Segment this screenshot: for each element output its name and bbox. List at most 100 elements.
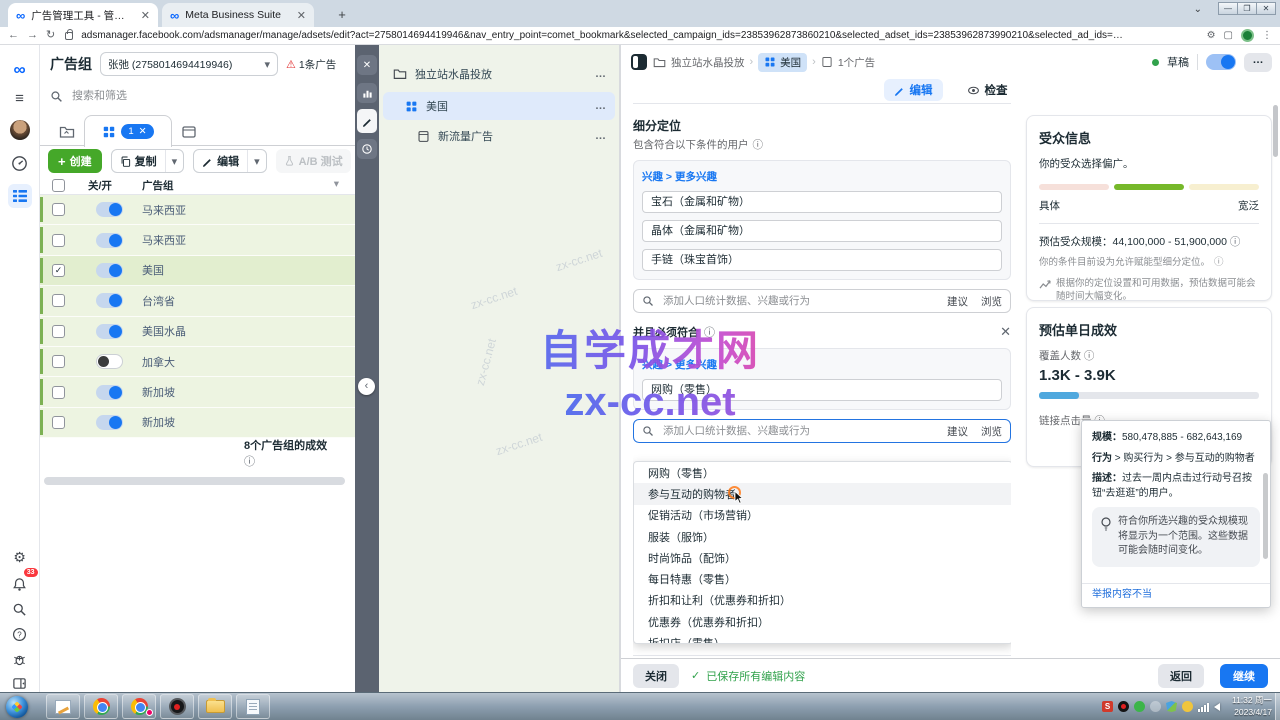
suggestion-item[interactable]: 服装（服饰） <box>634 526 1011 547</box>
tray-hidden-icon[interactable] <box>1150 701 1161 712</box>
search-filter-bar[interactable] <box>50 85 349 107</box>
adgroup-row[interactable]: 马来西亚 <box>40 195 355 225</box>
chrome-avatar[interactable] <box>1241 29 1254 42</box>
tab-close-icon[interactable]: ✕ <box>297 9 306 22</box>
suggestion-item[interactable]: 折扣店（零售） <box>634 632 1011 644</box>
row-checkbox[interactable] <box>52 294 65 307</box>
select-all-checkbox[interactable] <box>52 179 65 192</box>
adgroup-toggle[interactable] <box>96 293 123 308</box>
more-options-button[interactable]: … <box>1244 53 1272 72</box>
tree-item-menu[interactable]: … <box>595 68 607 80</box>
suggestion-item[interactable]: 每日特惠（零售） <box>634 568 1011 589</box>
toggle-sidebar-icon[interactable] <box>631 54 647 70</box>
taskbar-chrome-1[interactable] <box>84 694 118 719</box>
side-panel-icon[interactable]: ▢ <box>1224 30 1233 41</box>
tray-shield-icon[interactable] <box>1166 701 1177 712</box>
adgroup-row[interactable]: 美国水晶 <box>40 317 355 347</box>
adgroup-row[interactable]: 新加坡 <box>40 377 355 407</box>
adgroup-name[interactable]: 新加坡 <box>142 414 175 430</box>
minimize-button[interactable]: — <box>1218 2 1238 15</box>
report-link[interactable]: 举报内容不当 <box>1082 583 1270 607</box>
collapse-arrow-icon[interactable]: ‹ <box>358 378 375 395</box>
charts-icon[interactable] <box>357 83 377 103</box>
breadcrumb-campaign[interactable]: 独立站水晶投放 <box>671 55 745 70</box>
row-checkbox[interactable] <box>52 386 65 399</box>
taskbar-clock[interactable]: 11:32 周一 2023/4/17 <box>1232 695 1272 719</box>
taskbar-notepad[interactable] <box>236 694 270 719</box>
close-button[interactable]: 关闭 <box>633 664 679 688</box>
filter-caret-icon[interactable]: ▾ <box>334 178 339 190</box>
notifications-bell-icon[interactable]: 33 <box>8 572 32 596</box>
volume-icon[interactable] <box>1214 703 1220 711</box>
taskbar-recorder[interactable] <box>160 694 194 719</box>
create-button[interactable]: + 创建 <box>48 149 102 173</box>
adgroup-toggle[interactable] <box>96 233 123 248</box>
hamburger-menu-icon[interactable]: ≡ <box>8 86 32 110</box>
tray-recorder-icon[interactable] <box>1118 701 1129 712</box>
tray-s-icon[interactable]: S <box>1102 701 1113 712</box>
continue-button[interactable]: 继续 <box>1220 664 1268 688</box>
adgroup-name[interactable]: 加拿大 <box>142 354 175 370</box>
edit-caret[interactable]: ▾ <box>247 150 266 172</box>
ads-manager-icon[interactable] <box>8 184 32 208</box>
suggestion-item[interactable]: 时尚饰品（配饰） <box>634 547 1011 568</box>
history-clock-icon[interactable] <box>357 139 377 159</box>
targeting-search[interactable]: 建议 浏览 <box>633 289 1011 313</box>
interest-path-links[interactable]: 兴趣 > 更多兴趣 <box>642 169 1002 184</box>
adgroup-row[interactable]: 台湾省 <box>40 286 355 316</box>
adgroup-name[interactable]: 新加坡 <box>142 384 175 400</box>
taskbar-explorer[interactable] <box>198 694 232 719</box>
tab-close-icon[interactable]: ✕ <box>141 9 150 22</box>
back-icon[interactable]: ← <box>8 30 19 41</box>
browser-tab-ads-manager[interactable]: ∞ 广告管理工具 - 管理广告 - 广告 ✕ <box>8 3 158 27</box>
show-desktop-button[interactable] <box>1275 693 1280 720</box>
browser-tab-business-suite[interactable]: ∞ Meta Business Suite ✕ <box>162 3 314 27</box>
tab-campaigns-folder-icon[interactable] <box>52 119 82 145</box>
duplicate-button[interactable]: 复制 ▾ <box>111 149 185 173</box>
suggestion-item[interactable]: 促销活动（市场营销） <box>634 505 1011 526</box>
tree-item-menu[interactable]: … <box>595 130 607 142</box>
duplicate-caret[interactable]: ▾ <box>165 150 184 172</box>
tray-update-icon[interactable] <box>1182 701 1193 712</box>
interest-item[interactable]: 网购（零售） <box>642 379 1002 401</box>
breadcrumb-ads[interactable]: 1个广告 <box>838 55 875 70</box>
suggestion-item[interactable]: 优惠券（优惠券和折扣） <box>634 611 1011 632</box>
tab-review[interactable]: 检查 <box>957 79 1018 101</box>
selection-pill[interactable]: 1✕ <box>121 124 153 139</box>
adgroup-name[interactable]: 美国 <box>142 262 164 278</box>
adgroup-name[interactable]: 马来西亚 <box>142 232 186 248</box>
adgroup-row[interactable]: 马来西亚 <box>40 225 355 255</box>
tree-item-menu[interactable]: … <box>595 100 607 112</box>
browse-link[interactable]: 浏览 <box>981 294 1002 309</box>
reload-icon[interactable]: ↻ <box>46 30 55 41</box>
adgroup-toggle[interactable] <box>96 415 123 430</box>
gauge-icon[interactable] <box>8 151 32 175</box>
adgroup-toggle[interactable] <box>96 202 123 217</box>
adgroup-name[interactable]: 马来西亚 <box>142 202 186 218</box>
tooltip-scrollbar[interactable] <box>1263 473 1268 559</box>
remove-narrow-icon[interactable]: ✕ <box>1000 324 1011 340</box>
interest-item[interactable]: 宝石（金属和矿物） <box>642 191 1002 213</box>
tab-ads-icon[interactable] <box>174 119 204 145</box>
adgroup-toggle[interactable] <box>96 263 123 278</box>
row-checkbox[interactable] <box>52 234 65 247</box>
network-signal-icon[interactable] <box>1198 701 1209 712</box>
clear-selection-icon[interactable]: ✕ <box>139 126 147 137</box>
taskbar-chrome-2[interactable] <box>122 694 156 719</box>
row-checkbox[interactable] <box>52 416 65 429</box>
search-input[interactable] <box>70 89 349 103</box>
back-button[interactable]: 返回 <box>1158 664 1204 688</box>
panel-scrollbar[interactable] <box>1273 105 1278 157</box>
suggest-link[interactable]: 建议 <box>947 424 968 439</box>
review-toggle[interactable] <box>1206 54 1236 70</box>
breadcrumb-adset[interactable]: 美国 <box>758 53 807 72</box>
kebab-menu-icon[interactable]: ⋮ <box>1262 30 1272 41</box>
ab-test-button[interactable]: A/B 测试 <box>276 149 351 173</box>
edit-tool-icon[interactable] <box>357 109 377 133</box>
bug-report-icon[interactable] <box>8 647 32 671</box>
tab-adsets-active[interactable]: 1✕ <box>84 115 172 147</box>
interest-path-links[interactable]: 兴趣 > 更多兴趣 <box>642 357 1002 372</box>
interest-item[interactable]: 晶体（金属和矿物） <box>642 220 1002 242</box>
suggestion-item-hover[interactable]: 参与互动的购物者 <box>634 483 1011 504</box>
suggest-link[interactable]: 建议 <box>947 294 968 309</box>
